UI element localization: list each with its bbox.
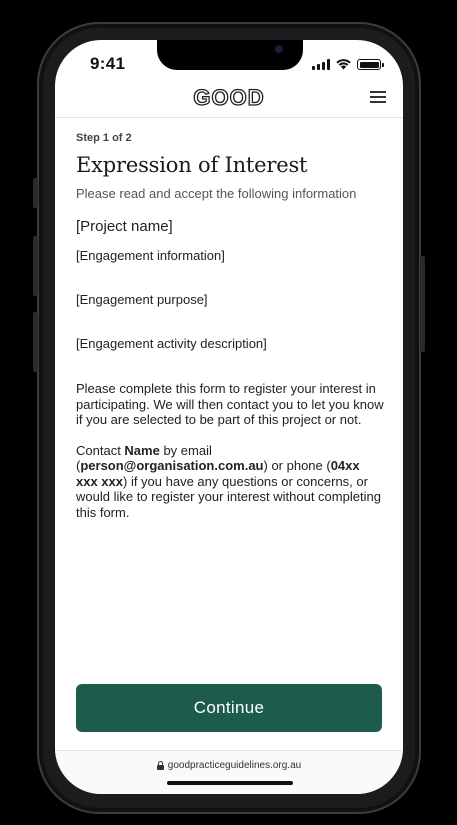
engagement-activity-description: [Engagement activity description] [76,336,267,351]
volume-up-button [33,236,38,296]
url-row[interactable]: goodpracticeguidelines.org.au [55,760,403,771]
page-subtitle: Please read and accept the following inf… [76,186,357,201]
engagement-information: [Engagement information] [76,248,225,263]
contact-paragraph: Contact Name by email (person@organisati… [76,442,381,520]
camera-icon [275,45,283,53]
power-button [420,256,425,352]
url-text: goodpracticeguidelines.org.au [167,760,302,771]
phone-screen: 9:41 GOOD Step 1 of 2 Expression of Inte… [55,40,403,794]
status-icons [312,58,384,70]
battery-icon [357,59,384,70]
form-content: Step 1 of 2 Expression of Interest Pleas… [76,132,384,520]
contact-name: Name [124,442,160,458]
status-time: 9:41 [90,54,126,73]
home-indicator[interactable] [167,781,293,785]
notch [157,40,303,70]
app-header: GOOD [55,80,403,118]
project-name: [Project name] [76,218,173,235]
cellular-signal-icon [312,59,330,70]
browser-address-bar: goodpracticeguidelines.org.au [55,750,403,794]
silent-switch [33,178,38,208]
lock-icon [156,761,164,770]
hamburger-menu-icon[interactable] [370,91,386,104]
volume-down-button [33,312,38,372]
intro-paragraph: Please complete this form to register yo… [76,381,384,427]
good-logo[interactable]: GOOD [55,84,403,111]
contact-email: person@organisation.com.au [80,458,264,473]
wifi-icon [336,59,351,70]
step-indicator: Step 1 of 2 [76,132,132,144]
engagement-purpose: [Engagement purpose] [76,292,208,307]
page-title: Expression of Interest [76,153,308,177]
continue-button[interactable]: Continue [76,684,382,732]
